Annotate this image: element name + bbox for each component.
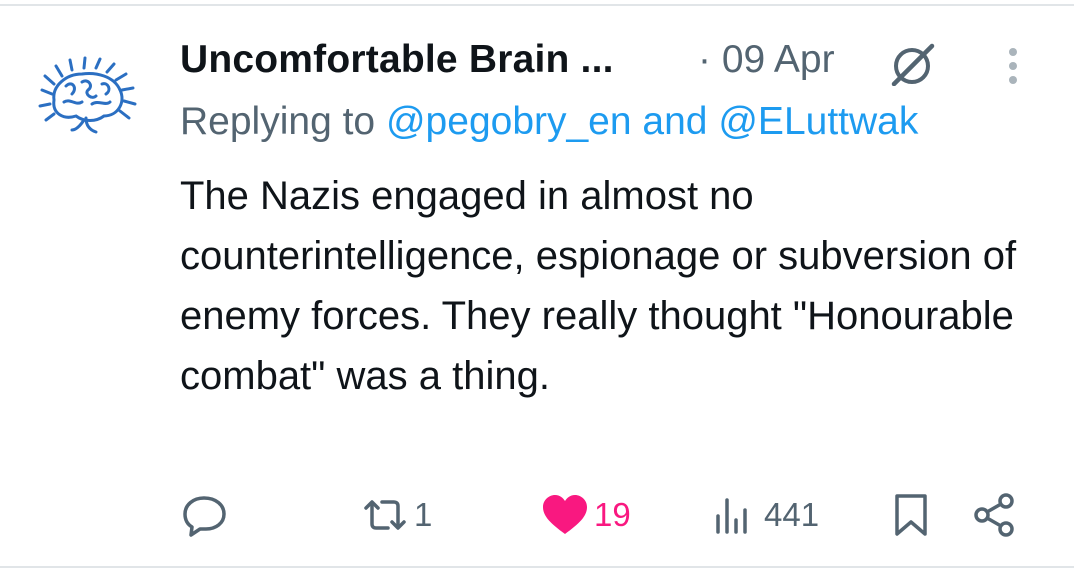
share-button[interactable] xyxy=(970,490,1020,540)
mention-link-1[interactable]: @pegobry_en xyxy=(386,100,632,143)
bottom-divider xyxy=(0,566,1074,568)
mention-link-2[interactable]: @ELuttwak xyxy=(718,100,918,143)
meta-separator: · xyxy=(698,38,711,81)
brain-logo-icon xyxy=(38,56,137,134)
bookmark-icon xyxy=(895,494,927,536)
like-count: 19 xyxy=(594,496,631,533)
tweet-text: The Nazis engaged in almost no counterin… xyxy=(180,174,1017,398)
action-bar: 1 19 441 xyxy=(180,490,1040,540)
grok-icon[interactable] xyxy=(888,42,938,87)
like-button[interactable]: 19 xyxy=(540,490,631,540)
views-count: 441 xyxy=(764,496,820,533)
reply-icon xyxy=(183,496,226,537)
more-vertical-icon[interactable] xyxy=(1000,42,1026,90)
reply-prefix: Replying to xyxy=(180,100,376,143)
views-button[interactable]: 441 xyxy=(710,490,819,540)
reply-and: and xyxy=(642,100,708,143)
author-name[interactable]: Uncomfortable Brain ... xyxy=(180,38,614,82)
tweet-date[interactable]: 09 Apr xyxy=(722,38,835,81)
bookmark-button[interactable] xyxy=(886,490,936,540)
tweet-header: Uncomfortable Brain ... · 09 Apr xyxy=(180,36,1060,87)
replying-to: Replying to @pegobry_en and @ELuttwak xyxy=(180,100,918,144)
top-divider xyxy=(0,4,1074,6)
views-icon xyxy=(716,498,747,534)
heart-icon xyxy=(543,495,587,534)
repost-count: 1 xyxy=(414,496,433,533)
reply-button[interactable] xyxy=(180,490,230,540)
repost-icon xyxy=(364,500,406,530)
avatar[interactable] xyxy=(36,56,140,142)
tweet-meta: · 09 Apr xyxy=(698,38,835,82)
share-icon xyxy=(974,493,1014,537)
repost-button[interactable]: 1 xyxy=(360,490,432,540)
